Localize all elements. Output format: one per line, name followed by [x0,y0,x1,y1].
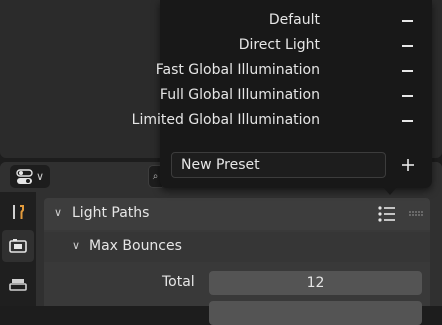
presets-list-icon[interactable] [378,206,396,222]
remove-preset-button[interactable] [396,61,420,81]
preset-label[interactable]: Default [269,12,320,28]
preset-label[interactable]: Limited Global Illumination [132,112,320,128]
remove-preset-button[interactable] [396,11,420,31]
printer-output-icon [9,279,27,291]
remove-preset-button[interactable] [396,36,420,56]
minus-icon [402,120,413,122]
subpanel-header-max-bounces[interactable]: ∨ Max Bounces [44,232,430,262]
tab-render[interactable] [2,230,34,262]
properties-tabs [0,192,36,306]
chevron-down-icon: ∨ [72,239,81,252]
preset-label[interactable]: Direct Light [239,37,320,53]
presets-popup: Default Direct Light Fast Global Illumin… [132,0,432,188]
preset-item[interactable]: Full Global Illumination [160,84,432,109]
panel-header-light-paths[interactable]: ∨ Light Paths [44,198,430,230]
toggle-icon [16,168,33,184]
preset-label[interactable]: Full Global Illumination [160,87,320,103]
remove-preset-button[interactable] [396,111,420,131]
next-bounces-field[interactable] [209,301,422,325]
chevron-down-icon: ∨ [54,206,63,219]
popup-pointer [383,187,397,195]
remove-preset-button[interactable] [396,86,420,106]
preset-item[interactable]: Limited Global Illumination [132,109,432,134]
tab-tool[interactable] [2,196,34,228]
minus-icon [402,70,413,72]
field-label-total: Total [162,274,195,290]
new-preset-input[interactable]: New Preset [171,152,386,178]
editor-type-button[interactable]: ∨ [10,165,50,188]
tab-output[interactable] [2,270,34,302]
minus-icon [402,45,413,47]
preset-item[interactable]: Fast Global Illumination [156,59,432,84]
chevron-down-icon: ∨ [36,170,45,183]
subpanel-title: Max Bounces [89,238,182,254]
minus-icon [402,95,413,97]
minus-icon [402,20,413,22]
total-bounces-field[interactable]: 12 [209,271,422,295]
panel-title: Light Paths [72,205,150,221]
preset-item[interactable]: Default [160,9,432,34]
add-preset-button[interactable] [396,154,420,176]
search-icon: ⌕ [152,171,159,182]
wrench-screwdriver-icon [13,205,24,219]
preset-label[interactable]: Fast Global Illumination [156,62,320,78]
properties-content: ∨ Light Paths ∨ Max Bounces Total 12 [36,192,442,325]
plus-icon [402,159,414,171]
drag-handle-icon[interactable] [409,211,425,217]
preset-item[interactable]: Direct Light [160,34,432,59]
render-camera-back-icon [9,239,27,253]
